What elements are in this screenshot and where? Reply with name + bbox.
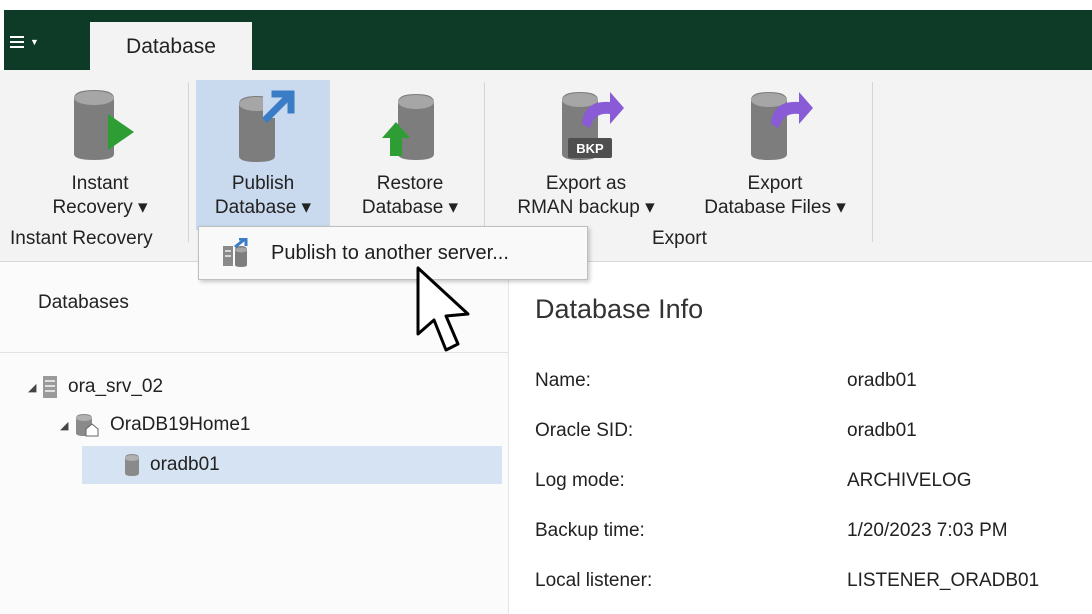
database-info-title: Database Info — [535, 294, 704, 324]
database-export-icon — [751, 92, 813, 160]
database-publish-icon — [239, 90, 297, 162]
info-key: Name: — [535, 370, 591, 391]
restore-database-label-line2: Database ▾ — [361, 197, 459, 218]
info-row: Name: oradb01 — [535, 370, 1092, 400]
info-value: LISTENER_ORADB01 — [847, 570, 1040, 591]
app-menu-button[interactable]: ▼ — [10, 22, 80, 62]
tree-node-database[interactable]: oradb01 — [82, 446, 502, 484]
server-icon — [43, 376, 57, 398]
instant-recovery-label-line1: Instant — [71, 173, 129, 194]
ribbon-separator — [872, 82, 873, 242]
menu-item-publish-to-another-server[interactable]: Publish to another server... — [199, 227, 587, 279]
export-rman-label-line1: Export as — [545, 173, 627, 194]
bkp-badge: BKP — [576, 141, 604, 156]
tree-node-server[interactable]: ◢ ora_srv_02 — [28, 368, 328, 406]
group-label-instant-recovery: Instant Recovery — [10, 228, 153, 249]
ribbon-separator — [484, 82, 485, 242]
databases-panel-title: Databases — [38, 292, 129, 313]
info-value: 1/20/2023 7:03 PM — [847, 520, 1008, 541]
tree-node-label: ora_srv_02 — [68, 376, 164, 397]
database-export-bkp-icon: BKP — [562, 92, 624, 160]
tab-database[interactable]: Database — [90, 22, 252, 72]
info-value: ARCHIVELOG — [847, 470, 972, 491]
database-info-panel: Database Info Name: oradb01 Oracle SID: … — [508, 262, 1092, 614]
info-key: Local listener: — [535, 570, 653, 591]
menu-item-label: Publish to another server... — [271, 241, 509, 264]
restore-database-button[interactable]: Restore Database ▾ — [342, 80, 478, 232]
export-rman-backup-button[interactable]: BKP Export as RMAN backup ▾ — [492, 80, 680, 232]
publish-dropdown-menu: Publish to another server... — [198, 226, 588, 280]
info-row: Oracle SID: oradb01 — [535, 420, 1092, 450]
hamburger-menu-icon — [10, 33, 24, 51]
info-key: Oracle SID: — [535, 420, 634, 441]
restore-database-label-line1: Restore — [376, 173, 444, 194]
database-icon — [125, 454, 139, 476]
tree-node-label: oradb01 — [150, 454, 220, 475]
title-bar: ▼ Database — [0, 0, 1092, 72]
publish-database-label-line2: Database ▾ — [214, 197, 312, 218]
tree-expand-icon[interactable]: ◢ — [28, 381, 42, 394]
tree-node-label: OraDB19Home1 — [110, 414, 251, 435]
group-label-export: Export — [652, 228, 707, 249]
info-key: Backup time: — [535, 520, 645, 541]
info-row: Local listener: LISTENER_ORADB01 — [535, 570, 1092, 600]
publish-server-icon — [223, 238, 248, 267]
export-rman-label-line2: RMAN backup ▾ — [517, 197, 655, 218]
publish-database-label-line1: Publish — [231, 173, 295, 194]
publish-database-button[interactable]: Publish Database ▾ — [196, 80, 330, 230]
instant-recovery-label-line2: Recovery ▾ — [52, 197, 148, 218]
info-key: Log mode: — [535, 470, 625, 491]
tree-expand-icon[interactable]: ◢ — [60, 419, 74, 432]
tree-node-oracle-home[interactable]: ◢ OraDB19Home1 — [60, 406, 360, 444]
export-database-files-button[interactable]: Export Database Files ▾ — [686, 80, 864, 232]
instant-recovery-button[interactable]: Instant Recovery ▾ — [18, 80, 182, 232]
info-row: Backup time: 1/20/2023 7:03 PM — [535, 520, 1092, 550]
database-play-icon — [74, 90, 134, 160]
mouse-cursor-icon — [416, 266, 470, 352]
info-value: oradb01 — [847, 370, 917, 391]
export-files-label-line2: Database Files ▾ — [704, 197, 846, 218]
chevron-down-icon: ▼ — [30, 37, 39, 47]
oracle-home-icon — [76, 414, 99, 437]
database-restore-icon — [382, 94, 434, 160]
info-value: oradb01 — [847, 420, 917, 441]
ribbon-separator — [188, 82, 189, 242]
info-row: Log mode: ARCHIVELOG — [535, 470, 1092, 500]
export-files-label-line1: Export — [747, 173, 803, 194]
